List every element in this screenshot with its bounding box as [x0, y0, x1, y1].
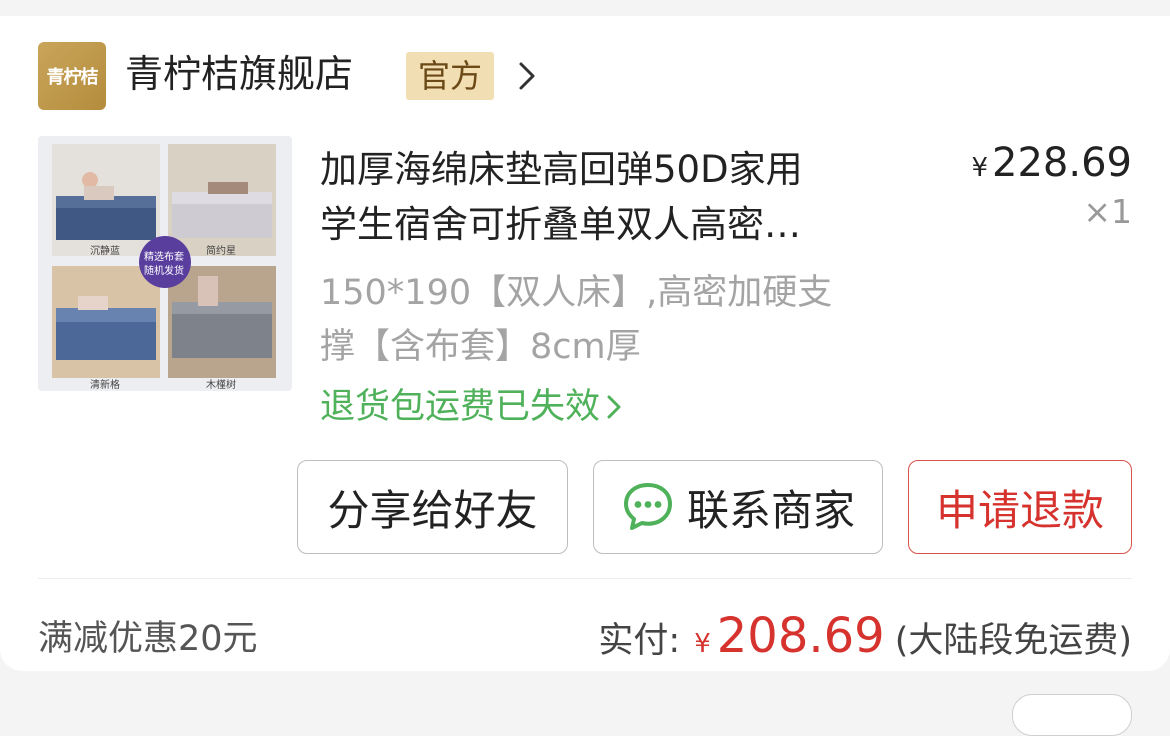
unit-price: ¥228.69 — [971, 138, 1132, 193]
image-badge-line1: 精选布套 — [144, 252, 184, 263]
paid-currency: ¥ — [694, 629, 711, 659]
share-button[interactable]: 分享给好友 — [297, 460, 568, 554]
product-spec-line-2: 撑【含布套】8cm厚 — [320, 327, 641, 367]
product-spec: 150*190【双人床】,高密加硬支 撑【含布套】8cm厚 — [320, 266, 910, 374]
price-value: 228.69 — [992, 140, 1132, 186]
product-image[interactable]: 沉静蓝 简约星 精选布套 随机发货 清新格 木槿树 — [38, 136, 292, 391]
store-logo[interactable]: 青柠桔 — [38, 42, 106, 110]
quantity: ×1 — [1083, 192, 1132, 231]
product-spec-line-1: 150*190【双人床】,高密加硬支 — [320, 273, 833, 313]
divider — [38, 578, 1132, 579]
image-label-4: 木槿树 — [206, 380, 236, 391]
order-card: 青柠桔 青柠桔旗舰店 官方 沉静蓝 简约星 精选布套 随机发货 清新格 木槿树 … — [0, 16, 1170, 671]
image-label-3: 清新格 — [90, 380, 120, 391]
price-currency: ¥ — [971, 153, 989, 183]
paid-amount-row: 实付: ¥208.69 (大陆段免运费) — [598, 608, 1132, 672]
contact-seller-label: 联系商家 — [686, 485, 855, 535]
return-shipping-link[interactable]: 退货包运费已失效 — [320, 384, 624, 430]
paid-amount: 208.69 — [716, 608, 885, 664]
chevron-right-icon[interactable] — [512, 56, 542, 96]
product-title[interactable]: 加厚海绵床垫高回弹50D家用 学生宿舍可折叠单双人高密… — [320, 142, 910, 252]
return-shipping-text: 退货包运费已失效 — [320, 387, 601, 427]
paid-label: 实付: — [598, 621, 681, 661]
product-title-line-1: 加厚海绵床垫高回弹50D家用 — [320, 148, 803, 191]
chevron-right-icon — [607, 395, 621, 419]
share-button-label: 分享给好友 — [327, 485, 538, 535]
refund-button[interactable]: 申请退款 — [908, 460, 1132, 554]
chat-bubble-icon — [623, 483, 672, 530]
refund-button-label: 申请退款 — [935, 485, 1104, 535]
shipping-note: (大陆段免运费) — [894, 621, 1132, 661]
copy-button[interactable] — [1012, 694, 1132, 736]
store-name[interactable]: 青柠桔旗舰店 — [125, 50, 353, 98]
discount-info: 满减优惠20元 — [38, 619, 258, 659]
image-label-2: 简约星 — [206, 246, 236, 257]
store-logo-text: 青柠桔 — [46, 67, 99, 88]
image-badge-line2: 随机发货 — [144, 266, 184, 277]
contact-seller-button[interactable]: 联系商家 — [593, 460, 883, 554]
product-title-line-2: 学生宿舍可折叠单双人高密… — [320, 203, 801, 246]
official-badge: 官方 — [406, 52, 495, 100]
image-label-1: 沉静蓝 — [90, 246, 120, 257]
